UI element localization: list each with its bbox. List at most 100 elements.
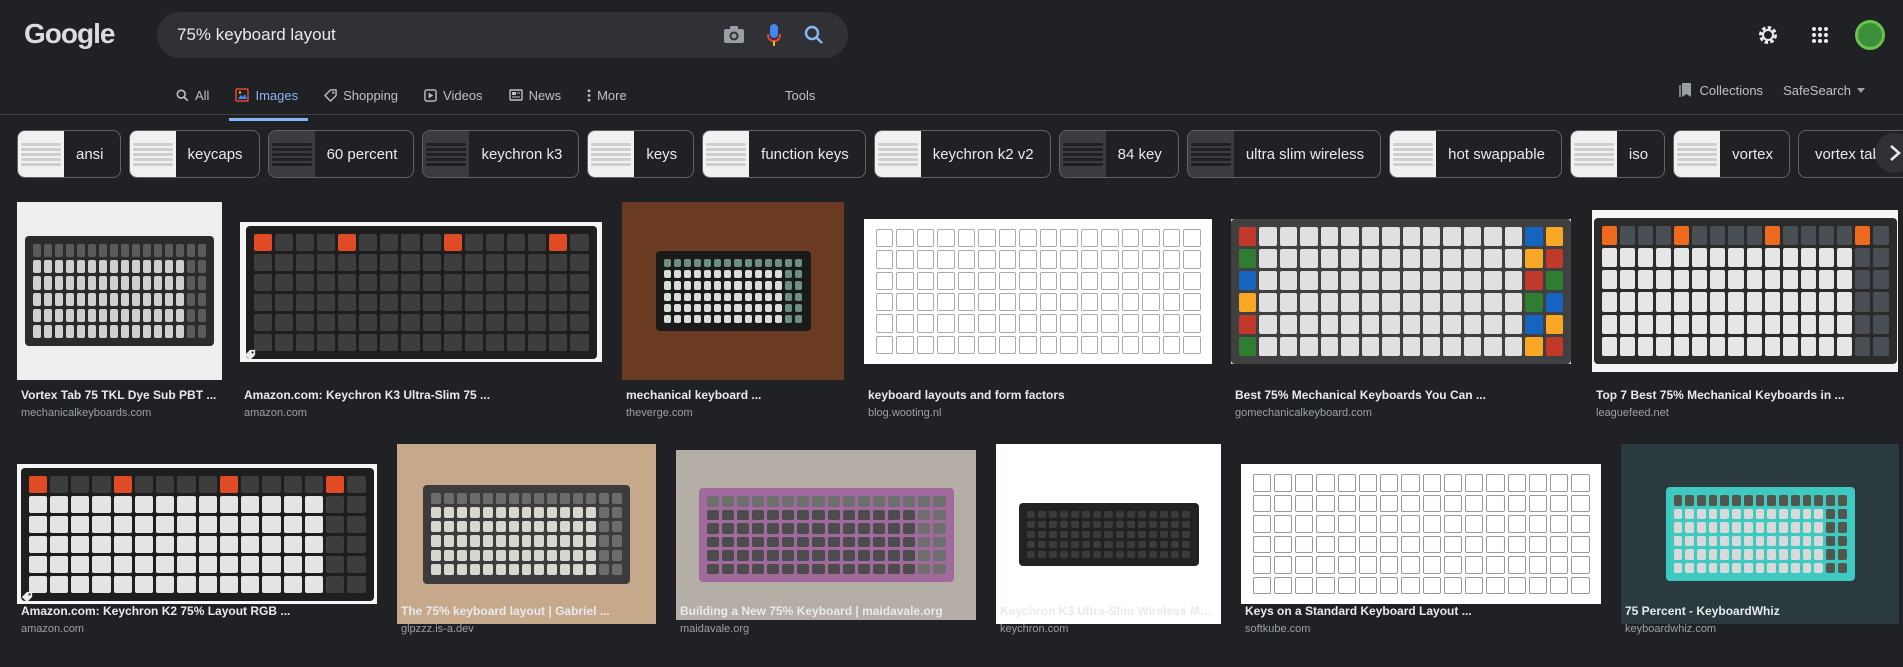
search-icon[interactable] xyxy=(800,21,828,49)
result-title[interactable]: Keychron K3 Ultra-Slim Wireless Mec... xyxy=(1000,604,1217,618)
tab-videos[interactable]: Videos xyxy=(424,80,483,110)
tab-label: Shopping xyxy=(343,87,399,103)
result-source[interactable]: amazon.com xyxy=(21,623,84,635)
result-source[interactable]: keyboardwhiz.com xyxy=(1625,623,1716,635)
result-thumbnail[interactable] xyxy=(1241,464,1601,604)
chip-thumbnail xyxy=(1570,131,1617,177)
image-result[interactable]: Vortex Tab 75 TKL Dye Sub PBT ... mechani… xyxy=(17,202,222,444)
avatar[interactable] xyxy=(1855,20,1885,50)
chip-label: keychron k3 xyxy=(481,145,563,163)
chip-label: hot swappable xyxy=(1448,145,1545,163)
tab-all[interactable]: All xyxy=(176,80,209,110)
tab-more[interactable]: More xyxy=(587,80,627,110)
result-thumbnail[interactable] xyxy=(996,444,1221,624)
tab-news[interactable]: News xyxy=(508,80,562,110)
result-title[interactable]: Amazon.com: Keychron K2 75% Layout RGB .… xyxy=(21,604,373,618)
collections-button[interactable]: Collections xyxy=(1679,82,1763,98)
result-title[interactable]: Amazon.com: Keychron K3 Ultra-Slim 75 ..… xyxy=(244,388,598,402)
tab-label: News xyxy=(528,87,562,103)
result-source[interactable]: gomechanicalkeyboard.com xyxy=(1235,407,1372,419)
result-source[interactable]: glpzzz.is-a.dev xyxy=(401,623,474,635)
play-icon xyxy=(424,88,437,102)
result-thumbnail[interactable] xyxy=(17,464,377,604)
search-icon xyxy=(176,89,189,101)
image-result[interactable]: 75 Percent - KeyboardWhiz keyboardwhiz.co… xyxy=(1621,444,1899,667)
chip-label: ansi xyxy=(76,145,104,163)
result-title[interactable]: Top 7 Best 75% Mechanical Keyboards in .… xyxy=(1596,388,1894,402)
filter-chip[interactable]: vortex xyxy=(1673,130,1790,178)
result-title[interactable]: The 75% keyboard layout | Gabriel ... xyxy=(401,604,652,618)
image-result[interactable]: Building a New 75% Keyboard | maidavale.… xyxy=(676,450,976,667)
result-title[interactable]: Building a New 75% Keyboard | maidavale.… xyxy=(680,604,972,618)
result-source[interactable]: maidavale.org xyxy=(680,623,749,635)
keyboard-image xyxy=(25,236,214,346)
result-title[interactable]: Keys on a Standard Keyboard Layout ... xyxy=(1245,604,1597,618)
result-source[interactable]: theverge.com xyxy=(626,407,693,419)
result-thumbnail[interactable] xyxy=(676,450,976,620)
camera-icon[interactable] xyxy=(720,21,748,49)
tab-images[interactable]: Images xyxy=(229,80,308,121)
image-result[interactable]: Keys on a Standard Keyboard Layout ... so… xyxy=(1241,464,1601,667)
google-logo[interactable]: Google xyxy=(24,18,115,50)
image-result[interactable]: Top 7 Best 75% Mechanical Keyboards in .… xyxy=(1592,210,1898,436)
image-result[interactable]: Amazon.com: Keychron K2 75% Layout RGB .… xyxy=(17,464,377,667)
image-result[interactable]: keyboard layouts and form factors blog.wo… xyxy=(864,219,1212,428)
keyboard-image xyxy=(655,251,811,331)
filter-chip[interactable]: keys xyxy=(587,130,695,178)
microphone-icon[interactable] xyxy=(760,21,788,49)
result-source[interactable]: mechanicalkeyboards.com xyxy=(21,407,151,419)
chip-label: keys xyxy=(646,145,678,163)
tab-shopping[interactable]: Shopping xyxy=(324,80,398,110)
image-result[interactable]: Keychron K3 Ultra-Slim Wireless Mec... ke… xyxy=(996,444,1221,667)
result-thumbnail[interactable] xyxy=(1592,210,1898,372)
result-title[interactable]: 75 Percent - KeyboardWhiz xyxy=(1625,604,1895,618)
filter-chip[interactable]: ansi xyxy=(17,130,121,178)
filter-chip[interactable]: function keys xyxy=(702,130,866,178)
chevron-right-icon xyxy=(1890,145,1901,161)
chip-label: iso xyxy=(1628,145,1649,163)
result-thumbnail[interactable] xyxy=(864,219,1212,364)
search-input[interactable]: 75% keyboard layout xyxy=(177,25,708,45)
filter-chip[interactable]: hot swappable xyxy=(1389,130,1562,178)
keyboard-image xyxy=(1665,487,1855,581)
filter-chip[interactable]: iso xyxy=(1569,130,1666,178)
apps-grid-icon[interactable] xyxy=(1803,18,1837,52)
chip-label: 84 key xyxy=(1117,145,1162,163)
collections-icon xyxy=(1679,83,1692,97)
filter-chip[interactable]: 84 key xyxy=(1058,130,1179,178)
result-thumbnail[interactable] xyxy=(240,222,602,362)
result-thumbnail[interactable] xyxy=(1621,444,1899,624)
chip-thumbnail xyxy=(423,131,470,177)
result-thumbnail[interactable] xyxy=(622,202,844,380)
chip-thumbnail xyxy=(874,131,921,177)
image-result[interactable]: Amazon.com: Keychron K3 Ultra-Slim 75 ..… xyxy=(240,222,602,426)
result-thumbnail[interactable] xyxy=(1231,219,1571,364)
image-result[interactable]: mechanical keyboard ... theverge.com xyxy=(622,202,844,444)
image-result[interactable]: The 75% keyboard layout | Gabriel ... glp… xyxy=(397,444,656,667)
chip-label: 60 percent xyxy=(326,145,398,163)
tools-button[interactable]: Tools xyxy=(785,88,815,103)
result-title[interactable]: mechanical keyboard ... xyxy=(626,388,840,402)
gear-icon[interactable] xyxy=(1751,18,1785,52)
result-thumbnail[interactable] xyxy=(17,202,222,380)
result-source[interactable]: amazon.com xyxy=(244,407,307,419)
image-result[interactable]: Best 75% Mechanical Keyboards You Can ..… xyxy=(1231,219,1571,428)
result-thumbnail[interactable] xyxy=(397,444,656,624)
result-source[interactable]: softkube.com xyxy=(1245,623,1310,635)
search-bar[interactable]: 75% keyboard layout xyxy=(157,12,848,58)
result-title[interactable]: Best 75% Mechanical Keyboards You Can ..… xyxy=(1235,388,1567,402)
result-source[interactable]: leaguefeed.net xyxy=(1596,407,1669,419)
result-title[interactable]: keyboard layouts and form factors xyxy=(868,388,1208,402)
tab-label: All xyxy=(195,87,210,103)
result-title[interactable]: Vortex Tab 75 TKL Dye Sub PBT ... xyxy=(21,388,218,402)
filter-chip[interactable]: keychron k2 v2 xyxy=(873,130,1051,178)
safesearch-label: SafeSearch xyxy=(1783,82,1851,98)
chip-thumbnail xyxy=(1390,131,1437,177)
result-source[interactable]: blog.wooting.nl xyxy=(868,407,941,419)
result-source[interactable]: keychron.com xyxy=(1000,623,1068,635)
filter-chip[interactable]: ultra slim wireless xyxy=(1186,130,1382,178)
filter-chip[interactable]: 60 percent xyxy=(267,130,415,178)
filter-chip[interactable]: keychron k3 xyxy=(422,130,580,178)
filter-chip[interactable]: keycaps xyxy=(128,130,260,178)
safesearch-button[interactable]: SafeSearch xyxy=(1783,83,1865,98)
